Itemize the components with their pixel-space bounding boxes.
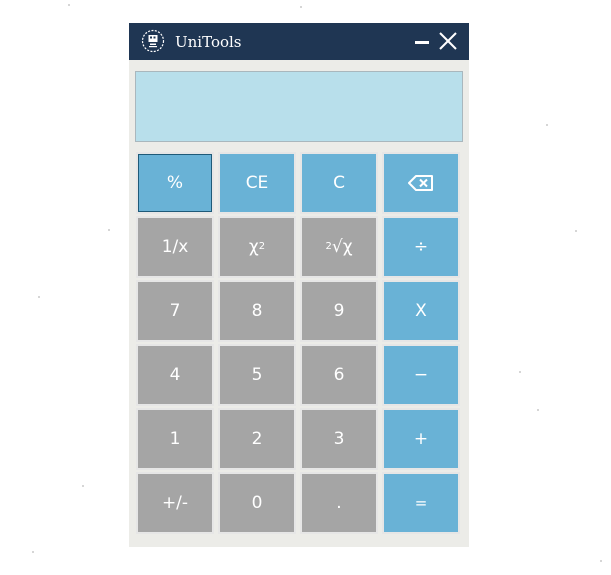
reciprocal-button[interactable]: 1/x (136, 216, 214, 278)
clear-button[interactable]: C (300, 152, 378, 214)
digit-3-button[interactable]: 3 (300, 408, 378, 470)
backspace-button[interactable] (382, 152, 460, 214)
keypad: % CE C 1/x χ2 2 √χ ÷ 7 8 9 X 4 5 6 − 1 2… (136, 152, 463, 534)
digit-6-button[interactable]: 6 (300, 344, 378, 406)
decimal-button[interactable]: . (300, 472, 378, 534)
digit-8-button[interactable]: 8 (218, 280, 296, 342)
subtract-button[interactable]: − (382, 344, 460, 406)
sqrt-symbol: √χ (331, 237, 353, 257)
app-title: UniTools (175, 33, 242, 51)
minimize-icon (415, 41, 429, 44)
minimize-button[interactable] (411, 31, 433, 53)
close-icon (439, 32, 457, 50)
digit-1-button[interactable]: 1 (136, 408, 214, 470)
percent-button[interactable]: % (136, 152, 214, 214)
close-button[interactable] (437, 30, 459, 52)
result-display (135, 71, 463, 142)
backspace-icon (408, 175, 433, 191)
digit-9-button[interactable]: 9 (300, 280, 378, 342)
add-button[interactable]: + (382, 408, 460, 470)
equals-button[interactable]: = (382, 472, 460, 534)
title-bar[interactable]: UniTools (129, 23, 469, 60)
clear-entry-button[interactable]: CE (218, 152, 296, 214)
multiply-button[interactable]: X (382, 280, 460, 342)
digit-4-button[interactable]: 4 (136, 344, 214, 406)
calculator-window: UniTools % CE C 1/x χ2 2 √χ ÷ 7 8 9 X 4 … (129, 23, 469, 547)
digit-7-button[interactable]: 7 (136, 280, 214, 342)
digit-0-button[interactable]: 0 (218, 472, 296, 534)
divide-button[interactable]: ÷ (382, 216, 460, 278)
digit-2-button[interactable]: 2 (218, 408, 296, 470)
square-button[interactable]: χ2 (218, 216, 296, 278)
unitools-app-icon (141, 29, 165, 53)
digit-5-button[interactable]: 5 (218, 344, 296, 406)
negate-button[interactable]: +/- (136, 472, 214, 534)
square-base: χ (248, 237, 259, 257)
square-root-button[interactable]: 2 √χ (300, 216, 378, 278)
